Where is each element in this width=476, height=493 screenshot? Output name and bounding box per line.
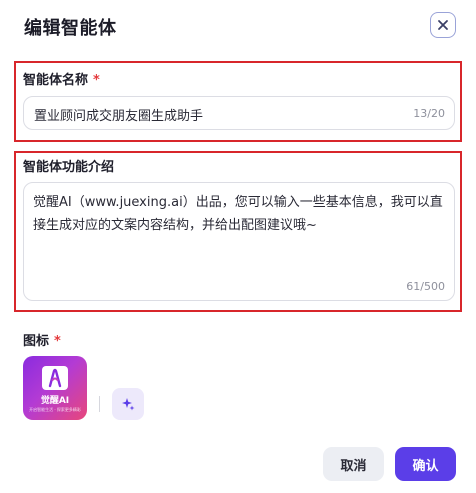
icon-divider xyxy=(99,396,100,412)
name-char-counter: 13/20 xyxy=(413,107,445,120)
name-field-label: 智能体名称 xyxy=(23,73,89,88)
agent-name-input[interactable]: 置业顾问成交朋友圈生成助手 13/20 xyxy=(23,96,455,130)
dialog-title: 编辑智能体 xyxy=(24,18,117,39)
required-mark: * xyxy=(54,334,61,349)
confirm-button[interactable]: 确认 xyxy=(395,447,456,481)
generate-icon-button[interactable] xyxy=(112,388,144,420)
agent-name-value: 置业顾问成交朋友圈生成助手 xyxy=(34,109,204,124)
icon-field-label: 图标 xyxy=(23,334,50,349)
close-icon xyxy=(438,20,448,30)
edit-agent-dialog: 编辑智能体 智能体名称 * 置业顾问成交朋友圈生成助手 13/20 智能体功能介绍… xyxy=(0,0,476,493)
required-mark: * xyxy=(93,73,100,88)
close-button[interactable] xyxy=(430,12,456,38)
description-char-counter: 61/500 xyxy=(406,280,445,293)
cancel-button[interactable]: 取消 xyxy=(323,447,384,481)
agent-description-textarea[interactable]: 觉醒AI（www.juexing.ai）出品，您可以输入一些基本信息，我可以直接… xyxy=(23,182,455,301)
description-field-label: 智能体功能介绍 xyxy=(23,160,115,175)
agent-icon-preview[interactable]: 觉醒AI 开启智能生活 · 探索更多精彩 xyxy=(23,356,87,420)
icon-field-label-group: 图标 * xyxy=(23,330,61,349)
sparkle-icon xyxy=(122,398,135,411)
name-field-label-group: 智能体名称 * xyxy=(23,69,100,88)
logo-caption: 觉醒AI xyxy=(40,396,70,406)
app-logo-icon xyxy=(42,366,68,390)
agent-description-value: 觉醒AI（www.juexing.ai）出品，您可以输入一些基本信息，我可以直接… xyxy=(33,195,443,233)
logo-subtext: 开启智能生活 · 探索更多精彩 xyxy=(29,407,81,412)
